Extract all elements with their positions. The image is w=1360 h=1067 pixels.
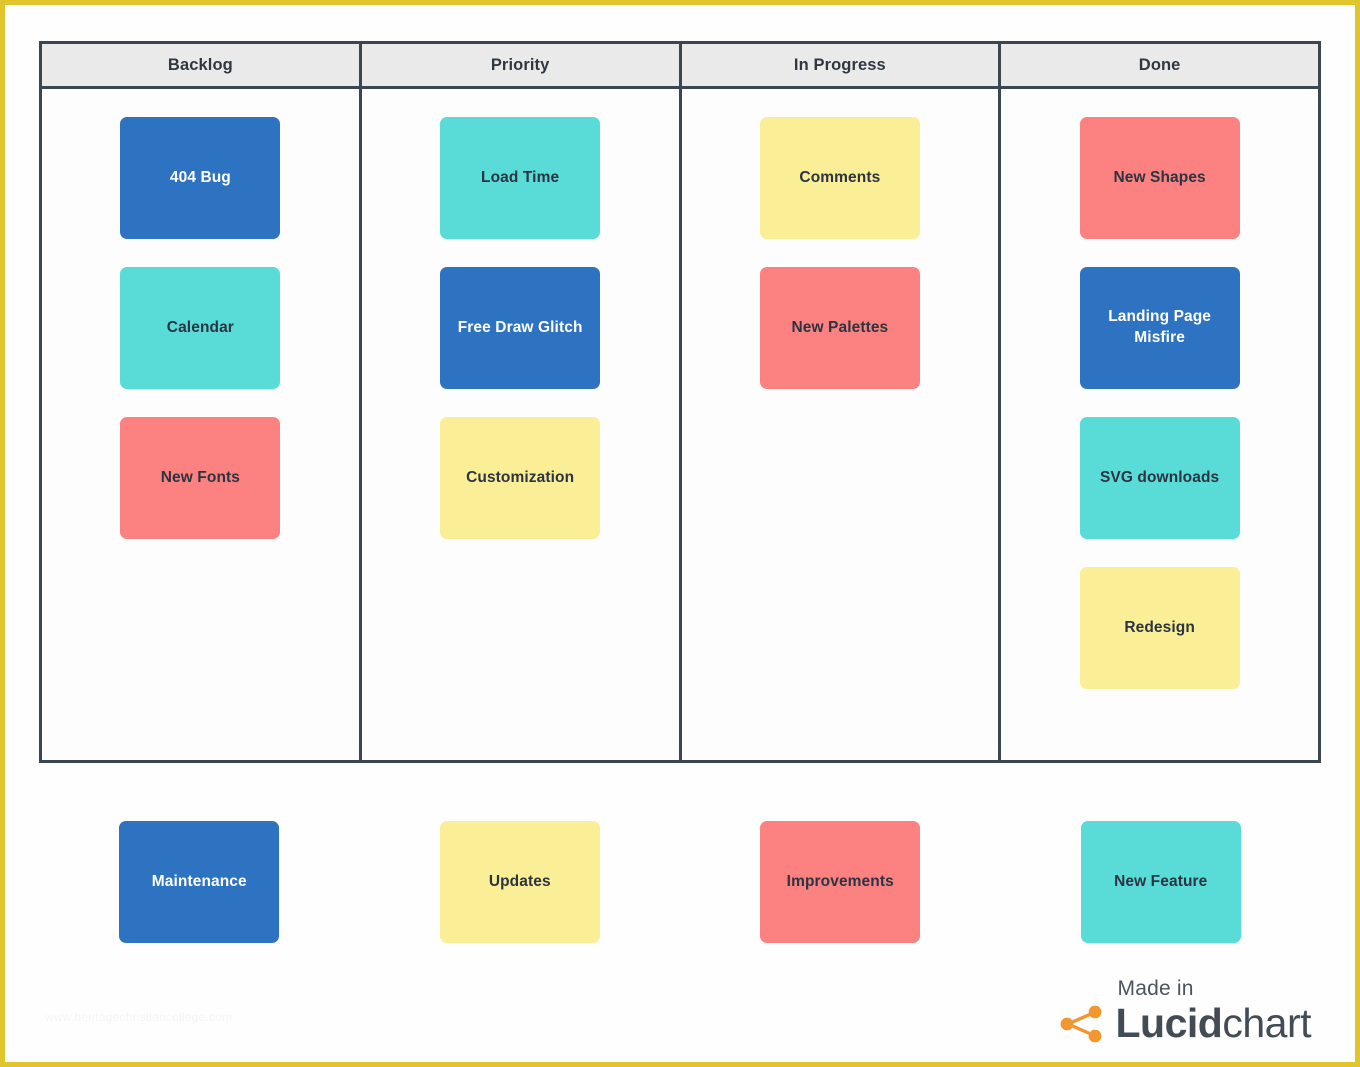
legend-slot: Updates: [360, 821, 681, 943]
legend-row: Maintenance Updates Improvements New Fea…: [39, 821, 1321, 943]
column-priority: Load Time Free Draw Glitch Customization: [362, 89, 682, 760]
logo-brand-light: chart: [1222, 1000, 1311, 1046]
kanban-table: Backlog Priority In Progress Done 404 Bu…: [39, 41, 1321, 763]
column-in-progress: Comments New Palettes: [682, 89, 1002, 760]
column-header-backlog: Backlog: [42, 44, 362, 86]
legend-card[interactable]: Improvements: [760, 821, 921, 943]
logo-wordmark-row: Lucidchart: [1060, 1003, 1311, 1044]
column-header-done: Done: [1138, 55, 1181, 74]
card[interactable]: Landing Page Misfire: [1079, 267, 1240, 389]
legend-card[interactable]: Updates: [439, 821, 600, 943]
card[interactable]: Redesign: [1079, 567, 1240, 689]
column-done: New Shapes Landing Page Misfire SVG down…: [1001, 89, 1318, 760]
logo-wordmark: Lucidchart: [1115, 1000, 1312, 1046]
card[interactable]: Load Time: [440, 117, 601, 239]
card[interactable]: SVG downloads: [1079, 417, 1240, 539]
card[interactable]: New Shapes: [1079, 117, 1240, 239]
card[interactable]: Calendar: [120, 267, 281, 389]
lucidchart-logo: Made in Lucidchart: [1060, 977, 1311, 1044]
column-header-priority: Priority: [362, 44, 682, 86]
legend-card[interactable]: Maintenance: [119, 821, 280, 943]
column-body-row: 404 Bug Calendar New Fonts Load Time Fre…: [42, 89, 1318, 760]
logo-made-in-text: Made in: [1117, 977, 1194, 1000]
card[interactable]: New Fonts: [120, 417, 281, 539]
logo-brand-bold: Lucid: [1115, 1000, 1223, 1046]
lucid-node-icon: [1060, 1005, 1101, 1042]
kanban-board-page: Backlog Priority In Progress Done 404 Bu…: [0, 0, 1360, 1067]
card[interactable]: 404 Bug: [120, 117, 281, 239]
legend-slot: New Feature: [1001, 821, 1322, 943]
card[interactable]: New Palettes: [759, 267, 920, 389]
column-header-in-progress: In Progress: [682, 44, 1002, 86]
legend-slot: Improvements: [680, 821, 1001, 943]
legend-slot: Maintenance: [39, 821, 360, 943]
column-header-row: Backlog Priority In Progress Done: [42, 44, 1318, 89]
site-watermark: www.heritagechristiancollege.com: [45, 1010, 233, 1024]
column-backlog: 404 Bug Calendar New Fonts: [42, 89, 362, 760]
card[interactable]: Comments: [759, 117, 920, 239]
card[interactable]: Free Draw Glitch: [440, 267, 601, 389]
card[interactable]: Customization: [440, 417, 601, 539]
legend-card[interactable]: New Feature: [1080, 821, 1241, 943]
